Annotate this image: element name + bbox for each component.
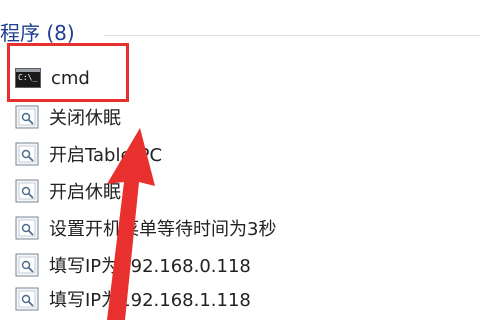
result-label: cmd — [51, 67, 90, 89]
programs-group-header: 程序 (8) — [0, 20, 75, 46]
result-label: 填写IP为192.168.0.118 — [49, 256, 251, 277]
cmd-icon: C:\_ — [15, 68, 41, 88]
script-icon — [15, 253, 39, 277]
script-icon — [15, 142, 39, 166]
result-item-ip-0-118[interactable]: 填写IP为192.168.0.118 — [15, 251, 251, 279]
result-item-boot-menu-timeout[interactable]: 设置开机菜单等待时间为3秒 — [15, 214, 276, 242]
result-item-disable-hibernate[interactable]: 关闭休眠 — [15, 103, 121, 131]
script-icon — [15, 287, 39, 311]
result-label: 设置开机菜单等待时间为3秒 — [49, 219, 277, 240]
script-icon — [15, 179, 39, 203]
programs-group-title: 程序 (8) — [0, 21, 75, 45]
start-menu-search-results: 程序 (8) C:\_ cmd 关闭休眠 开启TabletPC 开启休眠 设置开… — [0, 0, 480, 320]
script-icon — [15, 216, 39, 240]
result-label: 关闭休眠 — [49, 108, 121, 129]
group-divider — [104, 35, 480, 36]
result-label: 开启TabletPC — [49, 145, 163, 166]
result-label: 开启休眠 — [49, 182, 121, 203]
script-icon — [15, 105, 39, 129]
result-item-ip-1-118[interactable]: 填写IP为192.168.1.118 — [15, 285, 251, 313]
result-item-enable-tabletpc[interactable]: 开启TabletPC — [15, 140, 162, 168]
result-item-enable-hibernate[interactable]: 开启休眠 — [15, 177, 121, 205]
result-label: 填写IP为192.168.1.118 — [49, 290, 251, 311]
result-item-cmd[interactable]: C:\_ cmd — [15, 64, 90, 92]
